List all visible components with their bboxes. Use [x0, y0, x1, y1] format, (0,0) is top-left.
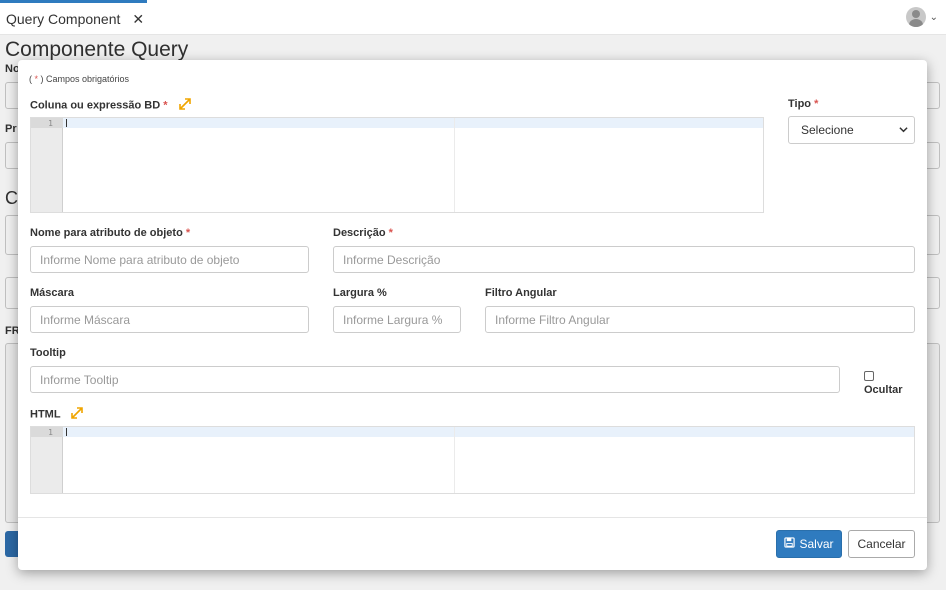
expand-arrows-icon[interactable]	[178, 98, 191, 113]
tab-query-component[interactable]: Query Component ✕	[0, 0, 147, 35]
line-number: 1	[48, 428, 53, 437]
required-fields-note: ( * ) Campos obrigatórios	[29, 74, 130, 84]
close-icon[interactable]: ✕	[132, 11, 144, 28]
floppy-disk-icon	[784, 537, 796, 551]
expand-arrows-icon[interactable]	[71, 407, 84, 422]
chevron-down-icon[interactable]: ⌄	[930, 12, 938, 23]
chevron-down-icon	[899, 125, 908, 136]
html-code-editor[interactable]: 1	[30, 426, 915, 494]
tipo-label: Tipo *	[788, 98, 819, 110]
tooltip-input[interactable]	[30, 366, 840, 393]
mascara-label: Máscara	[30, 287, 75, 299]
largura-label: Largura %	[333, 287, 387, 299]
save-button[interactable]: Salvar	[776, 530, 842, 558]
filtro-angular-label: Filtro Angular	[485, 287, 557, 299]
coluna-code-editor[interactable]: 1	[30, 117, 764, 213]
coluna-label: Coluna ou expressão BD *	[30, 98, 191, 113]
descricao-label: Descrição *	[333, 227, 393, 239]
nome-atributo-input[interactable]	[30, 246, 309, 273]
user-menu[interactable]: ⌄	[905, 7, 938, 27]
text-cursor	[66, 119, 67, 127]
filtro-angular-input[interactable]	[485, 306, 915, 333]
tipo-select[interactable]: Selecione	[788, 116, 915, 144]
ocultar-label: Ocultar	[864, 384, 903, 396]
tooltip-label: Tooltip	[30, 347, 66, 359]
cancel-button[interactable]: Cancelar	[848, 530, 915, 558]
descricao-input[interactable]	[333, 246, 915, 273]
text-cursor	[66, 428, 67, 436]
html-label: HTML	[30, 407, 84, 422]
tab-label: Query Component	[6, 11, 121, 27]
query-column-modal: ( * ) Campos obrigatórios Coluna ou expr…	[18, 60, 927, 570]
ocultar-checkbox[interactable]	[864, 371, 874, 381]
user-avatar-icon[interactable]	[905, 7, 926, 27]
top-bar: Query Component ✕ ⌄	[0, 0, 946, 35]
mascara-input[interactable]	[30, 306, 309, 333]
nome-label: Nome para atributo de objeto *	[30, 227, 191, 239]
largura-input[interactable]	[333, 306, 461, 333]
modal-footer-divider	[18, 517, 927, 518]
line-number: 1	[48, 119, 53, 128]
